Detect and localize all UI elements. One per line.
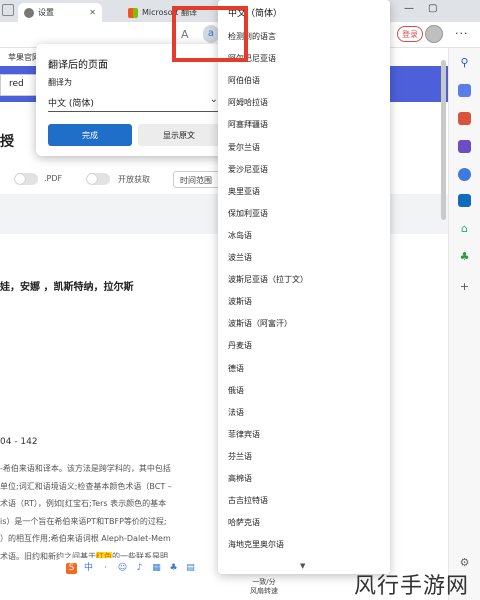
status-line-1: 一致/分 [252,578,276,586]
language-option[interactable]: 丹麦语 [228,335,378,357]
language-option[interactable]: 阿姆哈拉语 [228,92,378,114]
language-dropdown: 中文（简体） 检测到的语言 阿尔巴尼亚语 阿伯伯语 阿姆哈拉语 阿塞拜疆语 爱尔兰语 爱沙尼… [218,0,390,574]
language-option[interactable]: 波斯语 [228,291,378,313]
highlight-annotation [172,6,248,62]
language-option[interactable]: 哈萨克语 [228,512,378,534]
abstract-line: 术语（RT），例如[红宝石;Ters 表示颜色的基本 [0,499,167,508]
language-option[interactable]: 奥里亚语 [228,181,378,203]
pdf-label: .PDF [44,174,63,183]
language-option[interactable]: 波兰语 [228,247,378,269]
login-button[interactable]: 登录 [397,26,423,42]
open-access-label: 开放获取 [118,175,150,184]
tab-overflow-icon[interactable] [2,4,14,16]
language-option[interactable]: 保加利亚语 [228,203,378,225]
page-range: 04 - 142 [0,437,38,447]
emoji-icon[interactable]: ☺ [117,563,128,574]
skin-icon[interactable]: ♣ [168,563,179,574]
language-option[interactable]: 波斯尼亚语（拉丁文） [228,269,378,291]
language-option[interactable]: 德语 [228,358,378,380]
shopping-icon[interactable]: ⌂ [458,222,471,235]
target-language-value: 中文 (简体) [48,99,94,109]
language-option[interactable]: 芬兰语 [228,446,378,468]
open-access-toggle[interactable] [86,173,110,185]
abstract-text: -希伯来语和译本。该方法是跨学科的，其中包括 单位;词汇和语境语义;检查基本颜色… [0,460,220,565]
abstract-line: ）的相互作用;希伯来语词根 Aleph-Dalet-Mem [0,534,171,543]
persona-icon[interactable] [458,140,471,153]
language-option[interactable]: 法语 [228,402,378,424]
office-icon[interactable] [458,168,471,181]
abstract-line: 单位;词汇和语境语义;检查基本颜色术语（BCT – [0,481,172,491]
chevron-down-icon: ⌄ [209,94,218,105]
page-scrollbar[interactable] [441,60,446,220]
gear-icon [24,7,34,18]
minimize-icon[interactable]: — [404,3,414,14]
language-option[interactable]: 俄语 [228,380,378,402]
popup-title: 翻译后的页面 [48,60,108,71]
language-option[interactable]: 爱尔兰语 [228,137,378,159]
language-option[interactable]: 波斯语（阿富汗） [228,313,378,335]
language-option[interactable]: 冰岛语 [228,225,378,247]
language-option[interactable]: 检测到的语言 [228,26,378,48]
toolbox-icon[interactable] [458,112,471,125]
done-button[interactable]: 完成 [48,124,132,146]
tag-icon[interactable] [458,84,471,97]
avatar[interactable] [425,25,443,43]
edge-sidebar: ⚲ ⌂ ♣ + ⚙ [448,48,480,600]
outlook-icon[interactable] [458,194,471,207]
authors-line: 娃，安娜 ，凯斯特纳，拉尔斯 [0,282,134,293]
page-heading-fragment: 授 [0,134,14,150]
language-option[interactable]: 爱沙尼亚语 [228,159,378,181]
status-line-2: 风扇转速 [250,587,278,595]
status-readout: 一致/分 风扇转速 [250,578,278,596]
translate-to-label: 翻译为 [48,78,72,87]
language-option[interactable]: 海地克里奥尔语 [228,534,378,556]
maximize-icon[interactable]: ▢ [428,3,437,14]
tools-icon[interactable]: ▤ [185,563,196,574]
language-option[interactable]: 菲律宾语 [228,424,378,446]
language-option[interactable]: 古吉拉特语 [228,490,378,512]
chinese-mode-icon[interactable]: 中 [83,563,94,574]
language-option[interactable]: 阿塞拜疆语 [228,114,378,136]
pdf-toggle[interactable] [14,173,38,185]
tree-icon[interactable]: ♣ [458,250,471,263]
punctuation-icon[interactable]: · [100,563,111,574]
tab-settings[interactable]: 设置 ✕ [18,3,102,22]
language-option[interactable]: 高棉语 [228,468,378,490]
watermark: 风行手游网 [354,574,470,599]
abstract-line: -希伯来语和译本。该方法是跨学科的，其中包括 [0,464,171,473]
language-option[interactable]: 阿伯伯语 [228,70,378,92]
keyboard-icon[interactable]: ▦ [151,563,162,574]
tab-settings-title: 设置 [38,8,54,17]
microsoft-logo-icon [128,7,138,18]
add-icon[interactable]: + [458,280,471,293]
ime-toolbar: S 中 · ☺ ♪ ▦ ♣ ▤ [60,558,220,578]
language-option[interactable]: 阿尔巴尼亚语 [228,48,378,70]
close-icon[interactable]: ✕ [89,8,96,17]
scroll-down-icon[interactable]: ▼ [300,562,305,570]
more-menu-icon[interactable]: ··· [455,27,469,40]
abstract-line: is）是一个旨在希伯来语PT和TBFP等价的过程; [0,516,167,526]
target-language-select[interactable]: 中文 (简体) ⌄ [48,92,220,112]
show-original-button[interactable]: 显示原文 [138,124,220,146]
sogou-logo-icon[interactable]: S [66,562,77,574]
microphone-icon[interactable]: ♪ [134,563,145,574]
search-icon[interactable]: ⚲ [458,56,471,69]
